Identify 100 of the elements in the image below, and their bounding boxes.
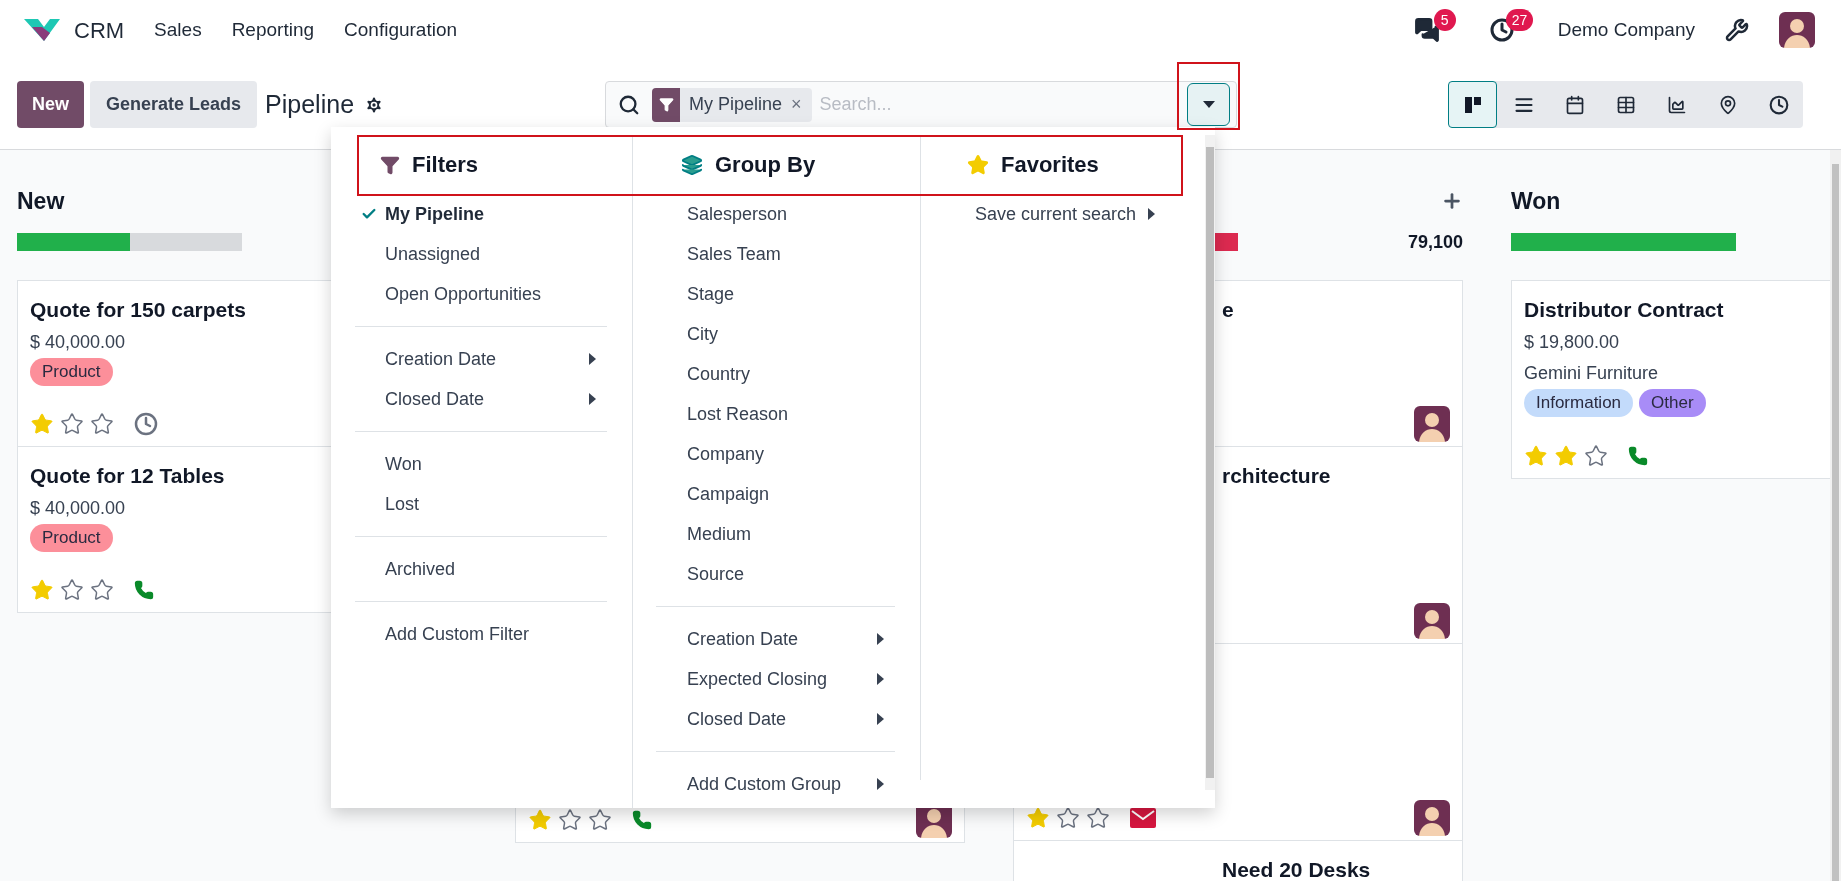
menu-link[interactable]: Sales: [154, 15, 202, 45]
star-icon: [967, 153, 989, 176]
menu-item[interactable]: Save current search: [921, 194, 1200, 234]
page-title: Pipeline: [265, 88, 355, 120]
menu-item[interactable]: Stage: [633, 274, 920, 314]
menu-item[interactable]: Closed Date: [633, 699, 920, 739]
search-field[interactable]: My Pipeline × Search...: [605, 81, 1237, 128]
plus-icon[interactable]: [1441, 190, 1463, 212]
kanban-card[interactable]: Distributor Contract $ 19,800.00 Gemini Furniture Information Other: [1511, 280, 1830, 479]
star-rating[interactable]: [30, 412, 114, 436]
avatar-icon: [1779, 12, 1815, 48]
menu-item[interactable]: Sales Team: [633, 234, 920, 274]
clock-icon: [1768, 94, 1789, 115]
section-heading: Favorites: [1001, 151, 1099, 179]
menu-item-label: Archived: [385, 557, 456, 581]
menu-item[interactable]: Medium: [633, 514, 920, 554]
highlight-frame: [1177, 62, 1240, 130]
menu-item[interactable]: My Pipeline: [331, 194, 632, 234]
new-button[interactable]: New: [17, 81, 84, 128]
star-icon: [1026, 806, 1050, 830]
menu-item-label: Creation Date: [687, 627, 799, 651]
tag: Other: [1639, 389, 1706, 417]
star-icon: [30, 412, 54, 436]
star-icon: [588, 808, 612, 832]
menu-item[interactable]: City: [633, 314, 920, 354]
star-rating[interactable]: [1524, 444, 1608, 468]
menu-link[interactable]: Reporting: [231, 15, 315, 45]
search-options-toggle[interactable]: [1187, 83, 1230, 126]
menu-item[interactable]: Country: [633, 354, 920, 394]
chat-icon[interactable]: [1413, 17, 1440, 43]
app-name[interactable]: CRM: [74, 13, 125, 47]
menu-item-label: Save current search: [975, 202, 1137, 226]
card-title: Quote for 150 carpets: [30, 297, 246, 323]
menu-item-label: Lost Reason: [687, 402, 789, 426]
menu-item[interactable]: Add Custom Filter: [331, 614, 632, 654]
caret-right-icon: [589, 393, 596, 405]
section-heading: Group By: [715, 151, 816, 179]
dropdown-scrollbar[interactable]: [1205, 135, 1215, 790]
menu-item[interactable]: Salesperson: [633, 194, 920, 234]
tag: Product: [30, 524, 113, 552]
star-icon: [528, 808, 552, 832]
menu-item-label: Lost: [385, 492, 420, 516]
card-amount: $ 40,000.00: [30, 497, 126, 520]
menu-item-label: Unassigned: [385, 242, 481, 266]
star-icon: [30, 578, 54, 602]
star-rating[interactable]: [1026, 806, 1110, 830]
caret-right-icon: [1148, 208, 1156, 220]
menu-item-label: Closed Date: [687, 707, 787, 731]
phone-icon[interactable]: [134, 580, 154, 600]
menu-item-label: Stage: [687, 282, 735, 306]
menu-link[interactable]: Configuration: [344, 15, 458, 45]
star-icon: [1056, 806, 1080, 830]
menu-item-label: Expected Closing: [687, 667, 828, 691]
menu-item-label: Source: [687, 562, 745, 586]
card-partner: Gemini Furniture: [1524, 362, 1659, 385]
company-switcher[interactable]: Demo Company: [1557, 15, 1695, 45]
menu-item-label: Add Custom Filter: [385, 622, 530, 646]
envelope-icon[interactable]: [1130, 808, 1156, 828]
search-icon: [618, 93, 640, 116]
caret-down-icon: [1202, 100, 1215, 109]
menu-item-label: Won: [385, 452, 422, 476]
card-title: e: [1222, 297, 1234, 323]
star-icon: [1554, 444, 1578, 468]
phone-icon[interactable]: [1628, 446, 1648, 466]
menu-item[interactable]: Lost Reason: [633, 394, 920, 434]
generate-leads-button[interactable]: Generate Leads: [90, 81, 258, 128]
section-heading: Filters: [412, 151, 479, 179]
tag: Product: [30, 358, 113, 386]
calendar-icon: [1564, 94, 1585, 115]
kanban-icon: [1462, 94, 1483, 115]
menu-item[interactable]: Source: [633, 554, 920, 594]
card-title: Distributor Contract: [1524, 297, 1724, 323]
menu-item[interactable]: Campaign: [633, 474, 920, 514]
menu-item[interactable]: Company: [633, 434, 920, 474]
page-scrollbar[interactable]: [1830, 150, 1841, 881]
card-amount: $ 19,800.00: [1524, 331, 1620, 354]
menu-item[interactable]: Add Custom Group: [633, 764, 920, 804]
column-title: New: [17, 186, 65, 216]
star-icon: [1086, 806, 1110, 830]
view-switch-button[interactable]: [1448, 81, 1497, 128]
caret-right-icon: [877, 633, 884, 645]
wrench-icon[interactable]: [1725, 18, 1749, 42]
star-rating[interactable]: [528, 808, 612, 832]
star-icon: [60, 578, 84, 602]
menu-item-label: City: [687, 322, 718, 346]
menu-item[interactable]: Creation Date: [633, 619, 920, 659]
menu-item[interactable]: Unassigned: [331, 234, 632, 274]
search-input[interactable]: Search...: [819, 91, 1187, 118]
layers-icon: [681, 153, 703, 176]
logo-icon[interactable]: [24, 17, 60, 43]
caret-right-icon: [877, 673, 884, 685]
phone-icon[interactable]: [632, 810, 652, 830]
star-rating[interactable]: [30, 578, 114, 602]
kanban-card[interactable]: Need 20 Desks: [1013, 840, 1463, 881]
menu-item-label: Country: [687, 362, 751, 386]
star-icon: [90, 412, 114, 436]
star-icon: [1524, 444, 1548, 468]
clock-icon[interactable]: [1489, 18, 1514, 42]
facet-remove[interactable]: ×: [791, 91, 812, 118]
menu-item[interactable]: Expected Closing: [633, 659, 920, 699]
